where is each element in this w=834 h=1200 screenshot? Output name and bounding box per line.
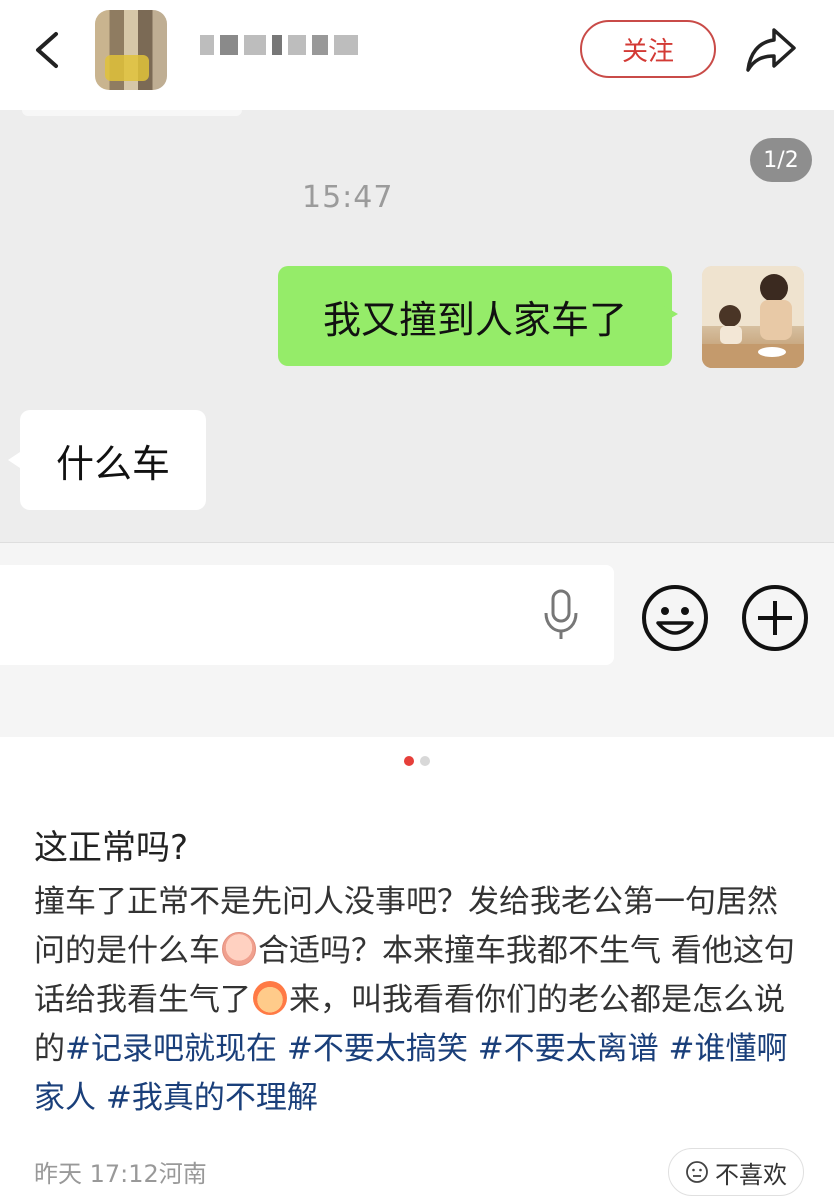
image-page-badge: 1/2: [750, 138, 812, 182]
post-meta: 昨天 17:12河南: [34, 1160, 207, 1188]
author-avatar[interactable]: [95, 10, 167, 90]
hashtag-link[interactable]: #不要太离谱: [478, 1031, 659, 1067]
follow-button[interactable]: 关注: [580, 20, 716, 78]
hashtag-link[interactable]: #我真的不理解: [106, 1080, 318, 1116]
emoji-icon[interactable]: [640, 583, 710, 653]
divider: [22, 110, 242, 116]
chat-screenshot[interactable]: 1/2 15:47 我又撞到人家车了 什么车: [0, 110, 834, 737]
reply-message-bubble: 什么车: [8, 410, 206, 510]
frown-face-icon: [686, 1161, 708, 1183]
my-message-bubble: 我又撞到人家车了: [278, 266, 678, 366]
post-body: 撞车了正常不是先问人没事吧？发给我老公第一句居然问的是什么车 合适吗？本来撞车我都…: [34, 878, 804, 1123]
share-icon[interactable]: [744, 24, 798, 74]
dislike-button[interactable]: 不喜欢: [668, 1148, 804, 1196]
photo-thumbnail-icon: [702, 266, 804, 368]
back-arrow-icon[interactable]: [28, 28, 68, 72]
angry-emoji-icon: [253, 981, 287, 1015]
hashtag-link[interactable]: #不要太搞笑: [287, 1031, 468, 1067]
chat-input-bar: [0, 542, 834, 737]
author-name-blurred[interactable]: [200, 32, 360, 58]
crying-emoji-icon: [222, 932, 256, 966]
plus-icon[interactable]: [740, 583, 810, 653]
my-avatar: [702, 266, 804, 368]
hashtag-link[interactable]: #记录吧就现在: [65, 1031, 277, 1067]
carousel-dot[interactable]: [420, 756, 430, 766]
carousel-indicator: [0, 756, 834, 766]
chat-timestamp: 15:47: [302, 180, 394, 215]
carousel-dot-active[interactable]: [404, 756, 414, 766]
post-title: 这正常吗?: [34, 828, 189, 868]
message-input[interactable]: [0, 565, 614, 665]
dislike-label: 不喜欢: [715, 1160, 787, 1189]
microphone-icon[interactable]: [540, 587, 582, 643]
top-bar: 关注: [0, 0, 834, 110]
